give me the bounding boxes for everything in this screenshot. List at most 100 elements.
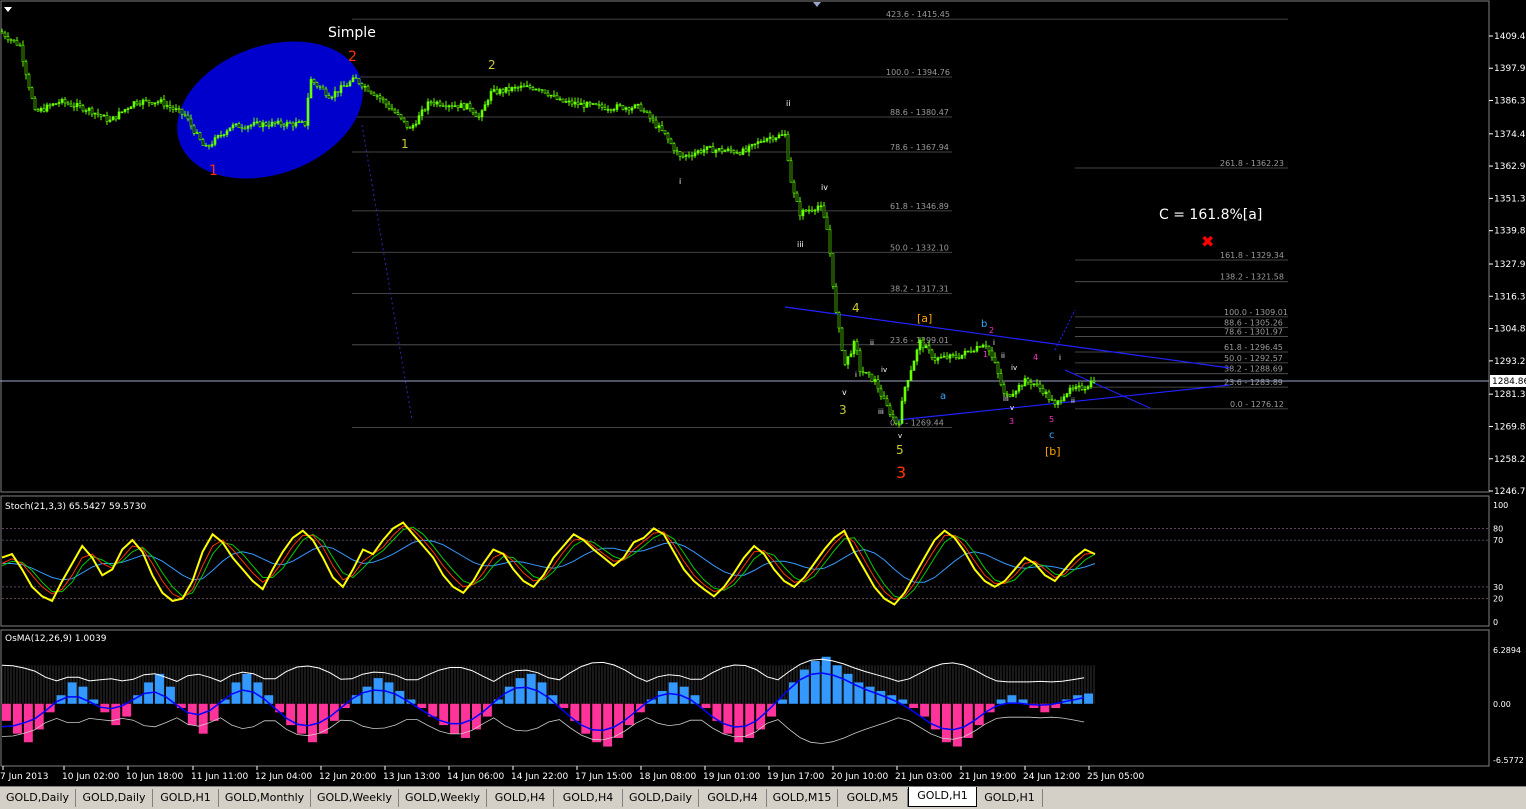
time-tick-label: 18 Jun 08:00 bbox=[639, 772, 696, 782]
candle-body bbox=[231, 124, 235, 129]
candle-body bbox=[834, 285, 838, 313]
candle-body bbox=[222, 134, 226, 136]
osma-bar bbox=[12, 703, 22, 734]
wave-label: 3 bbox=[896, 463, 906, 482]
candle-body bbox=[114, 116, 118, 120]
candle-body bbox=[771, 136, 775, 141]
candle-body bbox=[12, 39, 16, 42]
wave-label: 4 bbox=[852, 301, 860, 315]
time-tick-label: 19 Jun 17:00 bbox=[767, 772, 824, 782]
candle-body bbox=[972, 350, 976, 353]
candle-body bbox=[105, 114, 109, 122]
time-tick-label: 12 Jun 20:00 bbox=[319, 772, 376, 782]
time-tick-label: 12 Jun 04:00 bbox=[255, 772, 312, 782]
osma-bar bbox=[155, 673, 164, 704]
chart-tab[interactable]: GOLD,Monthly bbox=[219, 789, 311, 807]
candle-body bbox=[405, 120, 409, 128]
candle-body bbox=[528, 85, 532, 89]
candle-body bbox=[711, 146, 715, 153]
candle-body bbox=[513, 86, 517, 89]
candle-body bbox=[270, 121, 274, 127]
chart-tab[interactable]: GOLD,Daily bbox=[623, 789, 699, 807]
candle-body bbox=[1056, 400, 1060, 405]
candle-body bbox=[444, 105, 448, 108]
chart-tab[interactable]: GOLD,Weekly bbox=[399, 789, 487, 807]
wave-label: [b] bbox=[1045, 445, 1061, 458]
candle-body bbox=[18, 44, 22, 47]
chart-tab[interactable]: GOLD,H4 bbox=[554, 789, 623, 807]
wave-label: iv bbox=[821, 183, 828, 192]
price-tick-label: 1246.75 bbox=[1494, 487, 1526, 497]
candle-body bbox=[468, 103, 472, 110]
candle-body bbox=[327, 95, 331, 99]
stochastic-indicator: 100 80 70 30 20 0 bbox=[1, 501, 1508, 627]
candle-body bbox=[351, 77, 355, 82]
window-menu-icon[interactable] bbox=[4, 7, 12, 12]
osma-indicator: 6.2894 0.00 -6.5772 bbox=[1, 646, 1524, 765]
candle-body bbox=[954, 354, 958, 358]
candle-body bbox=[426, 101, 430, 111]
candle-body bbox=[576, 101, 580, 105]
chart-tab[interactable]: GOLD,H1 bbox=[908, 787, 977, 807]
candle-body bbox=[987, 345, 991, 352]
candle-body bbox=[48, 104, 52, 107]
candle-body bbox=[111, 116, 115, 121]
chart-tab[interactable]: GOLD,H1 bbox=[153, 789, 219, 807]
trading-chart[interactable]: 423.6 - 1415.45 100.0 - 1394.76 88.6 - 138… bbox=[0, 0, 1526, 786]
stoch-tick-label: 0 bbox=[1493, 618, 1498, 627]
osma-bar bbox=[515, 678, 525, 704]
projection-line bbox=[361, 124, 413, 421]
wave-label: 5 bbox=[896, 443, 904, 457]
time-tick-label: 13 Jun 13:00 bbox=[383, 772, 440, 782]
time-tick-label: 17 Jun 15:00 bbox=[575, 772, 632, 782]
fib-level-label: 38.2 - 1288.69 bbox=[1224, 365, 1283, 374]
candle-body bbox=[882, 395, 886, 400]
candle-body bbox=[96, 112, 100, 115]
candle-body bbox=[42, 108, 46, 112]
osma-bar bbox=[603, 703, 613, 747]
candle-body bbox=[900, 400, 904, 424]
candle-body bbox=[498, 89, 502, 95]
osma-tick-label: -6.5772 bbox=[1493, 756, 1524, 765]
chart-tab[interactable]: GOLD,M5 bbox=[838, 789, 908, 807]
chart-tab[interactable]: GOLD,H4 bbox=[487, 789, 554, 807]
candle-body bbox=[246, 125, 250, 129]
osma-bar bbox=[909, 703, 919, 709]
candle-body bbox=[942, 355, 946, 358]
chart-shift-icon[interactable] bbox=[813, 2, 821, 7]
candle-body bbox=[795, 192, 799, 202]
candle-body bbox=[852, 341, 856, 355]
candle-body bbox=[624, 107, 628, 110]
candle-body bbox=[252, 122, 256, 126]
candle-body bbox=[1071, 387, 1075, 390]
candle-body bbox=[681, 155, 685, 158]
candle-body bbox=[906, 379, 910, 388]
candle-body bbox=[156, 101, 160, 104]
candle-body bbox=[228, 127, 232, 132]
candle-body bbox=[828, 229, 832, 254]
chart-tab[interactable]: GOLD,Daily bbox=[0, 789, 76, 807]
chart-tab[interactable]: GOLD,M15 bbox=[767, 789, 838, 807]
candle-body bbox=[450, 105, 454, 108]
candle-body bbox=[768, 136, 772, 139]
fib-level-label: 0.0 - 1276.12 bbox=[1230, 400, 1284, 409]
chart-tab[interactable]: GOLD,Daily bbox=[76, 789, 153, 807]
candle-body bbox=[642, 110, 646, 113]
chart-tab[interactable]: GOLD,Weekly bbox=[311, 789, 399, 807]
osma-bar bbox=[657, 690, 667, 704]
candle-body bbox=[360, 83, 364, 88]
stoch-panel bbox=[0, 495, 1490, 627]
candle-body bbox=[1092, 380, 1096, 383]
candle-body bbox=[948, 354, 952, 359]
candle-body bbox=[708, 146, 712, 148]
time-tick-label: 25 Jun 05:00 bbox=[1087, 772, 1144, 782]
chart-tab[interactable]: GOLD,H4 bbox=[699, 789, 767, 807]
candle-body bbox=[876, 379, 880, 390]
candle-body bbox=[333, 91, 337, 98]
candle-body bbox=[726, 148, 730, 151]
candle-body bbox=[561, 98, 565, 103]
candle-body bbox=[759, 141, 763, 143]
candle-body bbox=[549, 94, 553, 97]
candle-body bbox=[861, 371, 865, 374]
chart-tab[interactable]: GOLD,H1 bbox=[977, 789, 1043, 807]
